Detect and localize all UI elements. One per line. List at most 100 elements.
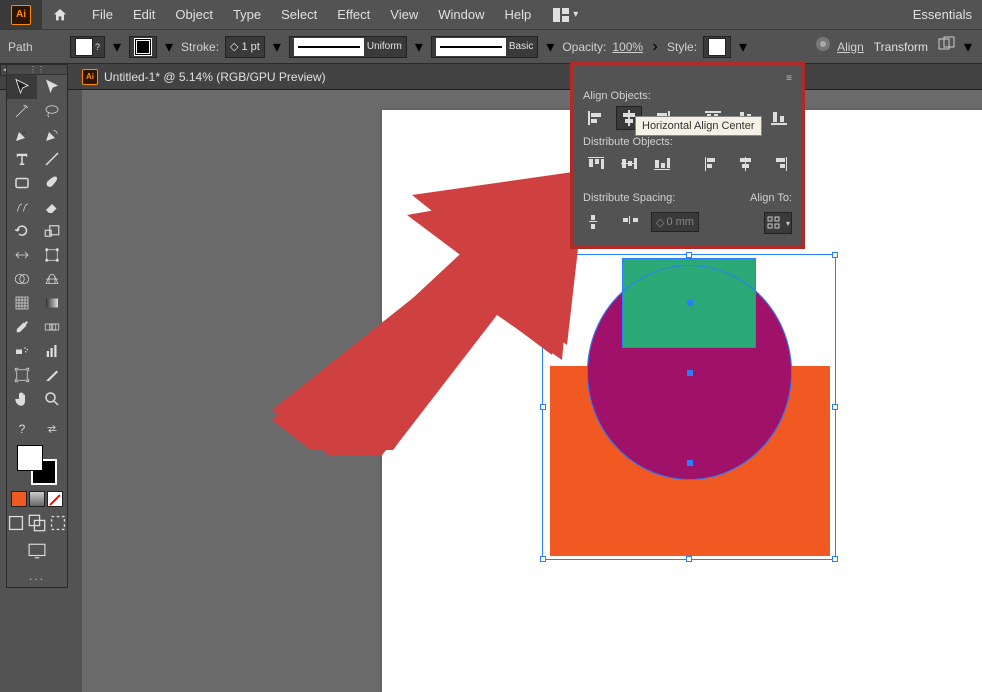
- more-options-dropdown-icon[interactable]: ▾: [962, 37, 974, 57]
- selection-handle[interactable]: [832, 252, 838, 258]
- align-left-button[interactable]: [583, 106, 608, 130]
- selection-handle[interactable]: [832, 556, 838, 562]
- fill-swatch[interactable]: ?: [70, 36, 105, 58]
- scale-tool[interactable]: [37, 219, 67, 243]
- stroke-label: Stroke:: [181, 40, 219, 54]
- stroke-weight-dropdown-icon[interactable]: ▾: [271, 37, 283, 57]
- column-graph-tool[interactable]: [37, 339, 67, 363]
- menu-edit[interactable]: Edit: [123, 1, 165, 28]
- brush-dropdown-icon[interactable]: ▾: [544, 37, 556, 57]
- blend-tool[interactable]: [37, 315, 67, 339]
- width-tool[interactable]: [7, 243, 37, 267]
- none-mode-swatch[interactable]: [47, 491, 63, 507]
- stroke-profile-select[interactable]: Uniform: [289, 36, 407, 58]
- panel-menu-icon[interactable]: ≡: [786, 73, 792, 84]
- lasso-tool[interactable]: [37, 99, 67, 123]
- selection-handle[interactable]: [686, 556, 692, 562]
- tools-panel-grip[interactable]: ⋮⋮: [7, 65, 67, 75]
- symbol-sprayer-tool[interactable]: [7, 339, 37, 363]
- align-objects-label: Align Objects:: [583, 90, 792, 102]
- dist-right-button[interactable]: [767, 152, 792, 176]
- menu-view[interactable]: View: [380, 1, 428, 28]
- rectangle-tool[interactable]: [7, 171, 37, 195]
- distribute-spacing-label: Distribute Spacing:: [583, 192, 732, 204]
- stepper-icon: ◇: [656, 216, 664, 229]
- magic-wand-tool[interactable]: [7, 99, 37, 123]
- graphic-style-swatch[interactable]: [703, 36, 731, 58]
- mesh-tool[interactable]: [7, 291, 37, 315]
- dist-spacing-vertical-button[interactable]: [583, 210, 611, 234]
- paintbrush-tool[interactable]: [37, 171, 67, 195]
- selection-handle[interactable]: [540, 556, 546, 562]
- swap-fill-stroke-icon[interactable]: [37, 417, 67, 441]
- stroke-profile-dropdown-icon[interactable]: ▾: [413, 37, 425, 57]
- dist-hcenter-button[interactable]: [733, 152, 758, 176]
- direct-selection-tool[interactable]: [37, 75, 67, 99]
- app-icon[interactable]: Ai: [0, 0, 42, 30]
- menu-window[interactable]: Window: [428, 1, 494, 28]
- style-dropdown-icon[interactable]: ▾: [737, 37, 749, 57]
- opacity-dropdown-icon[interactable]: ›: [649, 38, 661, 56]
- drawing-mode-inside[interactable]: [48, 511, 67, 535]
- pen-tool[interactable]: [7, 123, 37, 147]
- transform-panel-toggle[interactable]: Transform: [870, 40, 932, 54]
- align-panel-toggle[interactable]: Align: [837, 40, 864, 54]
- recolor-artwork-icon[interactable]: [815, 36, 831, 57]
- hand-tool[interactable]: [7, 387, 37, 411]
- shape-center-anchor: [687, 300, 693, 306]
- ai-logo-icon: Ai: [11, 5, 31, 25]
- dist-left-button[interactable]: [700, 152, 725, 176]
- rotate-tool[interactable]: [7, 219, 37, 243]
- opacity-value[interactable]: 100%: [612, 40, 643, 54]
- stroke-weight-stepper[interactable]: ◇1 pt: [225, 36, 265, 58]
- spacing-value-field[interactable]: ◇0 mm: [651, 212, 699, 232]
- shaper-tool[interactable]: [7, 195, 37, 219]
- gradient-tool[interactable]: [37, 291, 67, 315]
- edit-toolbar-button[interactable]: ...: [7, 565, 67, 587]
- menu-object[interactable]: Object: [165, 1, 223, 28]
- document-layout-toggle[interactable]: ▾: [549, 4, 582, 26]
- stroke-dropdown-icon[interactable]: ▾: [163, 37, 175, 57]
- menu-file[interactable]: File: [82, 1, 123, 28]
- dist-top-button[interactable]: [583, 152, 608, 176]
- artboard-tool[interactable]: [7, 363, 37, 387]
- align-bottom-button[interactable]: [767, 106, 792, 130]
- slice-tool[interactable]: [37, 363, 67, 387]
- align-to-select[interactable]: ▾: [764, 212, 792, 234]
- dist-vcenter-button[interactable]: [616, 152, 641, 176]
- perspective-grid-tool[interactable]: [37, 267, 67, 291]
- home-button[interactable]: [42, 0, 78, 30]
- isolate-icon[interactable]: [938, 36, 956, 57]
- fill-dropdown-icon[interactable]: ▾: [111, 37, 123, 57]
- fill-stroke-control[interactable]: [17, 445, 57, 485]
- menu-select[interactable]: Select: [271, 1, 327, 28]
- default-fill-stroke[interactable]: ?: [7, 417, 37, 441]
- stroke-swatch[interactable]: [129, 36, 157, 58]
- color-mode-swatch[interactable]: [11, 491, 27, 507]
- selection-handle[interactable]: [686, 252, 692, 258]
- workspace-switcher[interactable]: Essentials: [903, 1, 982, 28]
- drawing-mode-behind[interactable]: [28, 511, 47, 535]
- menu-type[interactable]: Type: [223, 1, 271, 28]
- stepper-icon: ◇: [230, 40, 238, 53]
- curvature-tool[interactable]: [37, 123, 67, 147]
- drawing-mode-normal[interactable]: [7, 511, 26, 535]
- dist-spacing-horizontal-button[interactable]: [617, 210, 645, 234]
- dist-bottom-button[interactable]: [650, 152, 675, 176]
- canvas-area[interactable]: [82, 90, 982, 692]
- line-segment-tool[interactable]: [37, 147, 67, 171]
- zoom-tool[interactable]: [37, 387, 67, 411]
- free-transform-tool[interactable]: [37, 243, 67, 267]
- menu-effect[interactable]: Effect: [327, 1, 380, 28]
- gradient-mode-swatch[interactable]: [29, 491, 45, 507]
- selection-handle[interactable]: [832, 404, 838, 410]
- type-tool[interactable]: [7, 147, 37, 171]
- brush-select[interactable]: Basic: [431, 36, 538, 58]
- document-tab[interactable]: Untitled-1* @ 5.14% (RGB/GPU Preview): [104, 70, 326, 84]
- eyedropper-tool[interactable]: [7, 315, 37, 339]
- menu-help[interactable]: Help: [494, 1, 541, 28]
- screen-mode-toggle[interactable]: [22, 539, 53, 563]
- selection-tool[interactable]: [7, 75, 37, 99]
- eraser-tool[interactable]: [37, 195, 67, 219]
- shape-builder-tool[interactable]: [7, 267, 37, 291]
